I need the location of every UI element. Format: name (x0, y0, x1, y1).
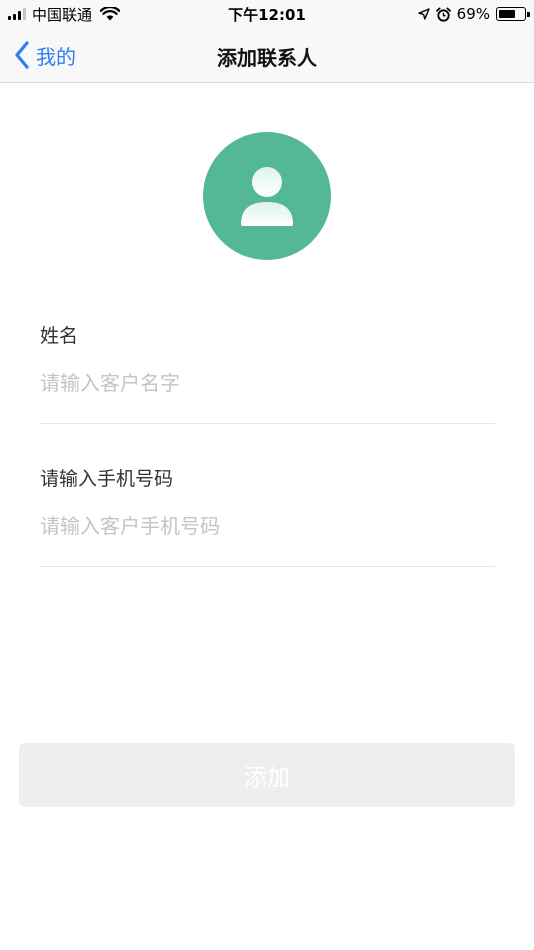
alarm-icon (435, 7, 451, 22)
phone-input[interactable] (40, 506, 495, 546)
name-label: 姓名 (40, 325, 79, 347)
battery-icon (496, 7, 530, 21)
add-button[interactable]: 添加 (19, 743, 515, 807)
battery-fill (499, 10, 515, 18)
add-contact-screen: 中国联通 下午12:01 69% 我的 添加联系人 姓名 请输入客户名字 请输入… (0, 0, 534, 950)
page-title: 添加联系人 (217, 46, 317, 70)
phone-label: 请输入手机号码 (40, 468, 174, 490)
phone-divider (40, 566, 495, 567)
person-icon (241, 167, 293, 226)
status-right: 69% (417, 4, 530, 24)
name-divider (40, 423, 495, 424)
name-input[interactable] (40, 363, 495, 403)
avatar[interactable] (203, 132, 331, 260)
battery-percent: 69% (456, 5, 490, 23)
status-bar: 中国联通 下午12:01 69% (0, 0, 534, 28)
location-arrow-icon (417, 8, 430, 20)
navigation-bar: 我的 添加联系人 (0, 28, 534, 83)
